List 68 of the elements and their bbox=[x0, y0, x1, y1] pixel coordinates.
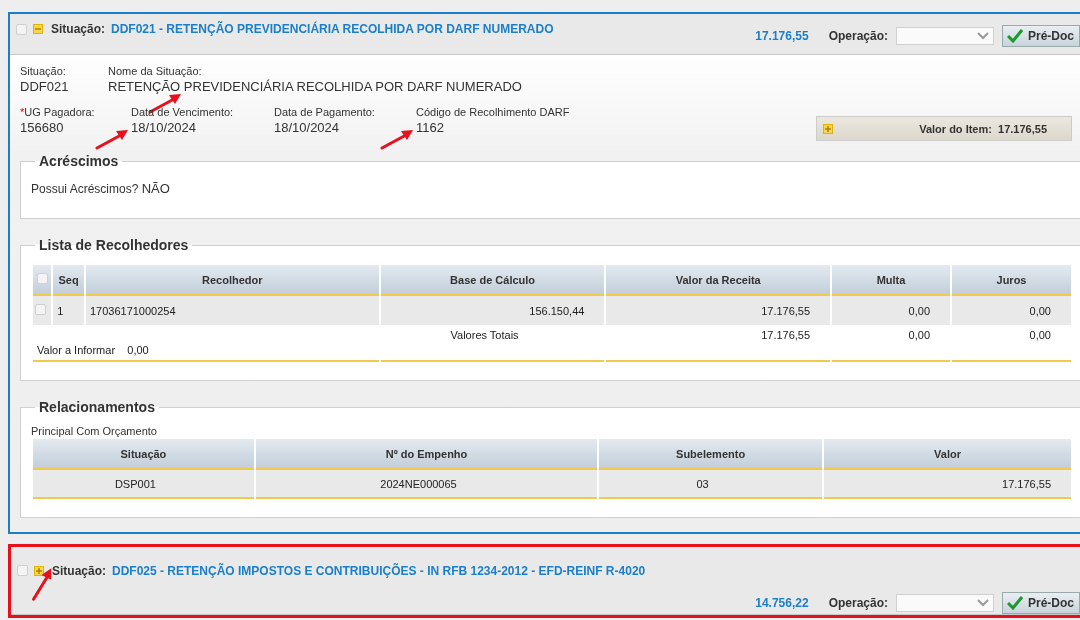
field-value: 156680 bbox=[20, 120, 64, 135]
situation-label: Situação: bbox=[51, 22, 105, 36]
situation-amount: 14.756,22 bbox=[755, 596, 809, 610]
column-header: Valor bbox=[824, 439, 1071, 470]
table-cell: 03 bbox=[599, 470, 822, 499]
informar-label: Valor a Informar bbox=[37, 344, 116, 356]
situation-title: DDF021 - RETENÇÃO PREVIDENCIÁRIA RECOLHIDA POR DARF NUMERADO bbox=[111, 22, 554, 36]
field-value: DDF021 bbox=[20, 79, 69, 94]
table-cell: 156.150,44 bbox=[380, 296, 605, 325]
situation-label: Situação: bbox=[52, 563, 106, 578]
operation-select[interactable] bbox=[896, 27, 994, 45]
expand-icon[interactable] bbox=[823, 123, 833, 134]
item-value-text: Valor do Item: 17.176,55 bbox=[919, 122, 1047, 135]
field-value: 18/10/2024 bbox=[131, 120, 197, 135]
panel-checkbox[interactable] bbox=[17, 565, 28, 576]
chevron-down-icon bbox=[977, 599, 989, 607]
field-value: 1162 bbox=[416, 120, 444, 135]
table-cell: 2024NE000065 bbox=[255, 470, 598, 499]
field-label: Código de Recolhimento DARF bbox=[416, 106, 570, 118]
column-header: Situação bbox=[33, 439, 254, 470]
table-cell: 17036171000254 bbox=[85, 296, 379, 325]
check-icon bbox=[1007, 596, 1023, 610]
field-label: Situação: bbox=[20, 65, 66, 77]
pre-doc-button[interactable]: Pré-Doc bbox=[1002, 25, 1080, 47]
column-header: Seq bbox=[53, 265, 84, 296]
situation-amount: 17.176,55 bbox=[755, 29, 809, 43]
operation-select[interactable] bbox=[896, 594, 994, 612]
table-cell: 17.176,55 bbox=[824, 470, 1071, 499]
item-value-bar[interactable]: Valor do Item: 17.176,55 bbox=[816, 116, 1072, 141]
situation-title: DDF025 - RETENÇÃO IMPOSTOS E CONTRIBUIÇÕES - IN RFB 1234-2012 - EFD-REINF R-4020 bbox=[112, 563, 646, 578]
collapse-icon[interactable] bbox=[33, 24, 43, 34]
panel-checkbox[interactable] bbox=[16, 23, 27, 35]
select-all-checkbox[interactable] bbox=[36, 273, 48, 284]
section-title: Acréscimos bbox=[38, 153, 120, 169]
table-subtitle: Principal Com Orçamento bbox=[31, 425, 158, 437]
expand-icon[interactable] bbox=[34, 565, 44, 576]
column-header: Valor da Receita bbox=[606, 265, 831, 296]
row-checkbox[interactable] bbox=[35, 304, 46, 315]
total-cell: 17.176,55 bbox=[606, 325, 831, 362]
field-label: Data de Vencimento: bbox=[131, 106, 234, 118]
field-label: *UG Pagadora: bbox=[20, 106, 95, 118]
pre-doc-button[interactable]: Pré-Doc bbox=[1002, 592, 1080, 614]
chevron-down-icon bbox=[977, 32, 989, 40]
totals-label: Valores Totais bbox=[380, 325, 605, 362]
operation-label: Operação: bbox=[828, 596, 888, 610]
table-cell: 17.176,55 bbox=[606, 296, 831, 325]
field-label: Nome da Situação: bbox=[108, 65, 202, 77]
informar-value: 0,00 bbox=[127, 344, 149, 356]
acrescimos-text: Possui Acréscimos? NÃO bbox=[31, 181, 171, 196]
total-cell: 0,00 bbox=[832, 325, 950, 362]
table-cell: 0,00 bbox=[832, 296, 950, 325]
table-cell: DSP001 bbox=[33, 470, 254, 499]
section-title: Relacionamentos bbox=[38, 399, 156, 415]
column-header: Juros bbox=[952, 265, 1071, 296]
total-cell: 0,00 bbox=[952, 325, 1071, 362]
table-cell: 0,00 bbox=[952, 296, 1071, 325]
column-header: Multa bbox=[832, 265, 950, 296]
column-header: Nº do Empenho bbox=[255, 439, 598, 470]
table-cell: 1 bbox=[53, 296, 84, 325]
check-icon bbox=[1007, 29, 1023, 43]
section-title: Lista de Recolhedores bbox=[38, 237, 190, 253]
field-value: RETENÇÃO PREVIDENCIÁRIA RECOLHIDA POR DARF NUMERADO bbox=[108, 79, 522, 94]
column-header: Recolhedor bbox=[85, 265, 379, 296]
column-header: Subelemento bbox=[599, 439, 822, 470]
column-header: Base de Cálculo bbox=[380, 265, 605, 296]
field-value: 18/10/2024 bbox=[274, 120, 340, 135]
operation-label: Operação: bbox=[828, 29, 888, 43]
field-label: Data de Pagamento: bbox=[274, 106, 375, 118]
